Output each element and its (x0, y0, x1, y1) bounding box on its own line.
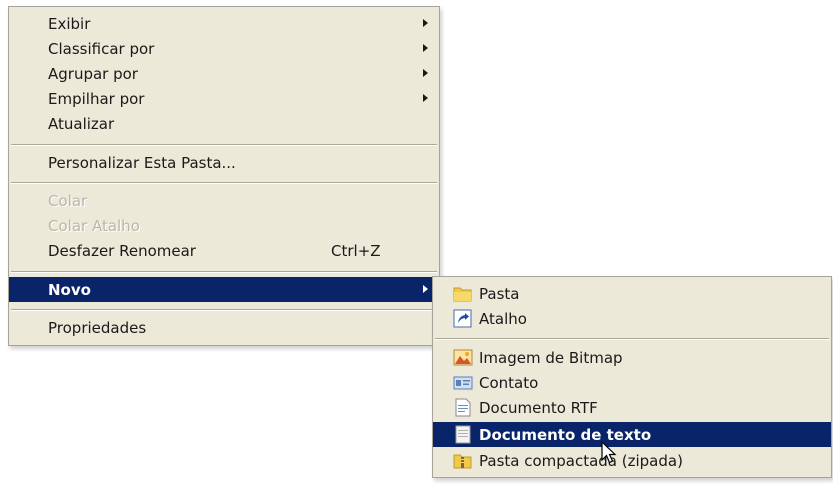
menu-item-label: Personalizar Esta Pasta... (48, 153, 236, 172)
text-document-icon (453, 425, 473, 444)
menu-separator (11, 144, 437, 146)
menu-item-classificar-por[interactable]: Classificar por (9, 36, 439, 61)
menu-item-label: Exibir (48, 14, 91, 33)
submenu-item-documento-rtf[interactable]: Documento RTF (433, 395, 831, 420)
zip-folder-icon (453, 451, 473, 470)
menu-item-label: Novo (48, 280, 91, 299)
menu-item-label: Colar Atalho (48, 216, 140, 235)
menu-item-label: Propriedades (48, 318, 147, 337)
shortcut-icon (453, 309, 473, 328)
menu-item-empilhar-por[interactable]: Empilhar por (9, 86, 439, 111)
menu-item-colar-atalho: Colar Atalho (9, 213, 439, 238)
menu-item-desfazer-renomear[interactable]: Desfazer Renomear Ctrl+Z (9, 238, 439, 263)
folder-icon (453, 284, 473, 303)
menu-item-label: Empilhar por (48, 89, 145, 108)
menu-item-label: Atualizar (48, 114, 115, 133)
menu-separator (11, 271, 437, 273)
rtf-document-icon (453, 398, 473, 417)
submenu-arrow-icon (423, 69, 428, 77)
submenu-arrow-icon (423, 19, 428, 27)
menu-item-label: Imagem de Bitmap (479, 348, 623, 367)
menu-separator (11, 182, 437, 184)
menu-item-label: Pasta (479, 284, 520, 303)
bitmap-icon (453, 348, 473, 367)
menu-item-label: Agrupar por (48, 64, 138, 83)
menu-item-propriedades[interactable]: Propriedades (9, 315, 439, 340)
context-menu: Exibir Classificar por Agrupar por Empil… (8, 6, 440, 346)
submenu-item-atalho[interactable]: Atalho (433, 306, 831, 331)
mouse-pointer-icon (601, 440, 617, 469)
submenu-arrow-icon (423, 44, 428, 52)
menu-item-exibir[interactable]: Exibir (9, 11, 439, 36)
submenu-item-contato[interactable]: Contato (433, 370, 831, 395)
submenu-item-pasta-compactada[interactable]: Pasta compactada (zipada) (433, 448, 831, 473)
menu-item-label: Documento de texto (479, 425, 652, 444)
submenu-item-imagem-bitmap[interactable]: Imagem de Bitmap (433, 345, 831, 370)
submenu-item-pasta[interactable]: Pasta (433, 281, 831, 306)
submenu-arrow-icon (423, 285, 428, 293)
menu-item-personalizar-pasta[interactable]: Personalizar Esta Pasta... (9, 150, 439, 175)
menu-item-label: Desfazer Renomear (48, 241, 196, 260)
menu-item-label: Pasta compactada (zipada) (479, 451, 683, 470)
menu-item-novo[interactable]: Novo (9, 277, 439, 302)
submenu-item-documento-texto[interactable]: Documento de texto (433, 422, 831, 447)
menu-separator (435, 338, 829, 340)
menu-item-label: Colar (48, 191, 88, 210)
menu-item-atualizar[interactable]: Atualizar (9, 111, 439, 136)
contact-icon (453, 373, 473, 392)
menu-item-label: Classificar por (48, 39, 155, 58)
menu-item-colar: Colar (9, 188, 439, 213)
submenu-arrow-icon (423, 94, 428, 102)
menu-separator (11, 309, 437, 311)
menu-item-label: Documento RTF (479, 398, 598, 417)
menu-item-label: Contato (479, 373, 539, 392)
menu-item-label: Atalho (479, 309, 527, 328)
menu-item-agrupar-por[interactable]: Agrupar por (9, 61, 439, 86)
shortcut-label: Ctrl+Z (331, 241, 381, 260)
novo-submenu: Pasta Atalho Imagem de Bitmap Contato Do… (432, 276, 832, 478)
